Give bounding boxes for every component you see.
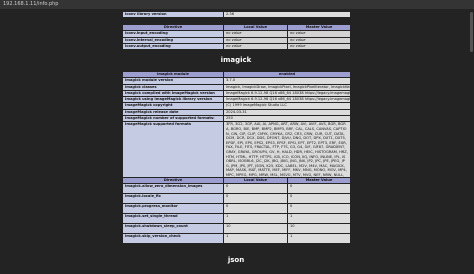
directive-name: imagick.progress_monitor	[122, 203, 224, 215]
table-row: Imagick using ImageMagick library versio…	[122, 96, 351, 104]
table-row: imagick.allow_zero_dimension_images 0 0	[122, 183, 351, 195]
master-value: 1	[287, 233, 351, 245]
table-row: imagick.shutdown_sleep_count 10 10	[122, 223, 351, 235]
local-value: 0	[223, 203, 288, 215]
iconv-settings-table: Directive Local Value Master Value iconv…	[122, 23, 351, 51]
info-key: Imagick compiled with ImageMagick versio…	[122, 89, 224, 98]
master-value: 10	[287, 223, 351, 235]
section-title-imagick[interactable]: imagick	[122, 56, 350, 64]
local-value: no value	[223, 42, 288, 51]
directive-name: imagick.locale_fix	[122, 193, 224, 205]
directive-name: imagick.skip_version_check	[122, 233, 224, 245]
phpinfo-page: iconv library version 2.36 Directive Loc…	[0, 9, 474, 274]
info-value: ImageMagick 6.9.12-98 Q16 x86_64 18038 h…	[223, 96, 351, 104]
master-value: 1	[287, 213, 351, 225]
master-value: no value	[287, 42, 351, 51]
table-row: imagick.skip_version_check 1 1	[122, 233, 351, 245]
imagick-settings-table: Directive Local Value Master Value imagi…	[122, 176, 351, 245]
local-value: 10	[223, 223, 288, 235]
table-row: Imagick compiled with ImageMagick versio…	[122, 89, 351, 98]
info-value: ImageMagick 6.9.12-98 Q16 x86_64 18038 h…	[223, 89, 351, 98]
local-value: 0	[223, 193, 288, 205]
master-value: 0	[287, 203, 351, 215]
info-key: ImageMagick number of supported formats:	[122, 115, 224, 123]
directive-name: imagick.allow_zero_dimension_images	[122, 183, 224, 195]
iconv-info-table: iconv library version 2.36	[122, 10, 351, 19]
directive-name: imagick.set_single_thread	[122, 213, 224, 225]
info-value: 2.36	[223, 10, 351, 19]
info-key: Imagick using ImageMagick library versio…	[122, 96, 224, 104]
master-value: 0	[287, 183, 351, 195]
table-row: iconv.output_encoding no value no value	[122, 42, 351, 51]
table-row: iconv library version 2.36	[122, 10, 351, 19]
info-value: Imagick, ImagickDraw, ImagickPixel, Imag…	[223, 83, 351, 91]
section-title-json[interactable]: json	[122, 256, 350, 264]
local-value: 0	[223, 183, 288, 195]
local-value: 1	[223, 233, 288, 245]
table-row: imagick.locale_fix 0 0	[122, 193, 351, 205]
address-bar[interactable]: 192.168.1.11/info.php	[0, 0, 474, 9]
master-value: 0	[287, 193, 351, 205]
directive-name: iconv.output_encoding	[122, 42, 224, 51]
directive-name: imagick.shutdown_sleep_count	[122, 223, 224, 235]
info-key: iconv library version	[122, 10, 224, 19]
table-row: imagick.progress_monitor 0 0	[122, 203, 351, 215]
table-row: imagick.set_single_thread 1 1	[122, 213, 351, 225]
address-bar-url[interactable]: 192.168.1.11/info.php	[3, 1, 58, 7]
page-scrollbar[interactable]	[470, 12, 473, 52]
local-value: 1	[223, 213, 288, 225]
